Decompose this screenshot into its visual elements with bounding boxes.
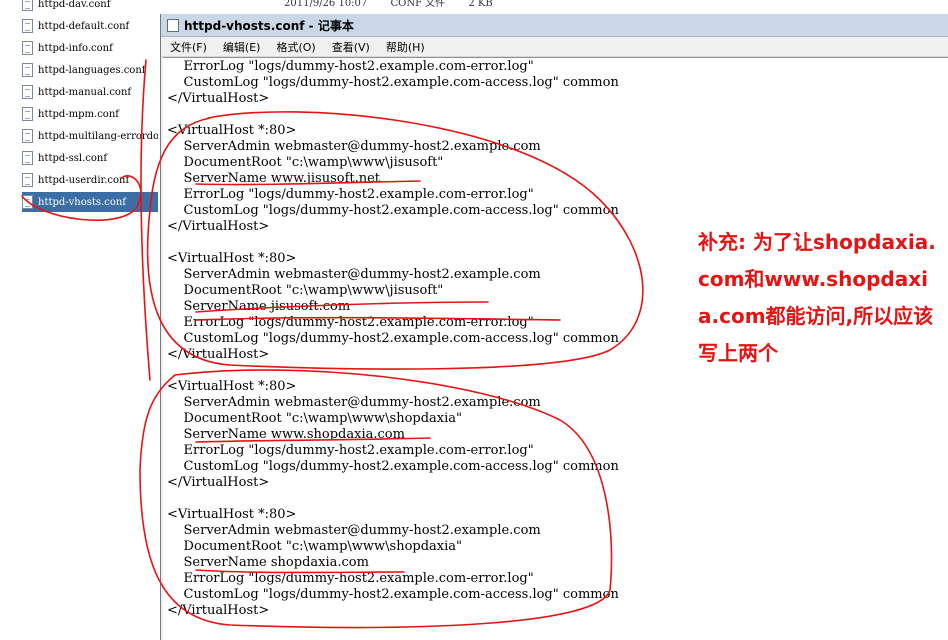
code-line: ErrorLog "logs/dummy-host2.example.com-e…	[167, 59, 534, 74]
code-line: </VirtualHost>	[167, 219, 270, 234]
file-item[interactable]: httpd-vhosts.conf	[22, 192, 158, 212]
file-item[interactable]: httpd-ssl.conf	[22, 148, 158, 168]
code-line: DocumentRoot "c:\wamp\www\shopdaxia"	[167, 539, 463, 554]
menu-file[interactable]: 文件(F)	[161, 39, 214, 55]
code-line: <VirtualHost *:80>	[167, 379, 297, 394]
code-line: ServerAdmin webmaster@dummy-host2.exampl…	[167, 523, 541, 538]
menu-bar: 文件(F) 编辑(E) 格式(O) 查看(V) 帮助(H)	[161, 37, 948, 57]
conf-file-icon	[22, 19, 33, 33]
conf-file-icon	[22, 151, 33, 165]
code-line: ErrorLog "logs/dummy-host2.example.com-e…	[167, 443, 534, 458]
code-line: </VirtualHost>	[167, 91, 270, 106]
code-line: CustomLog "logs/dummy-host2.example.com-…	[167, 331, 619, 346]
file-item[interactable]: httpd-default.conf	[22, 16, 158, 36]
file-name: httpd-default.conf	[38, 20, 130, 32]
code-line: ServerAdmin webmaster@dummy-host2.exampl…	[167, 139, 541, 154]
file-name: httpd-info.conf	[38, 42, 113, 54]
file-name: httpd-userdir.conf	[38, 174, 130, 186]
code-line: DocumentRoot "c:\wamp\www\shopdaxia"	[167, 411, 463, 426]
window-title: httpd-vhosts.conf - 记事本	[184, 18, 354, 33]
title-bar[interactable]: httpd-vhosts.conf - 记事本	[161, 14, 948, 37]
file-item[interactable]: httpd-multilang-errordoc.conf	[22, 126, 158, 146]
conf-file-icon	[22, 173, 33, 187]
code-line: ServerName shopdaxia.com	[167, 555, 369, 570]
code-line: </VirtualHost>	[167, 603, 270, 618]
conf-file-icon	[22, 85, 33, 99]
file-item[interactable]: httpd-mpm.conf	[22, 104, 158, 124]
file-explorer-pane: 2011/9/26 10:07 CONF 文件 2 KB httpd-dav.c…	[0, 0, 493, 640]
code-line: ErrorLog "logs/dummy-host2.example.com-e…	[167, 315, 534, 330]
annotation-note: 补充: 为了让shopdaxia.com和www.shopdaxia.com都能…	[698, 230, 936, 365]
conf-file-icon	[22, 129, 33, 143]
code-line: CustomLog "logs/dummy-host2.example.com-…	[167, 75, 619, 90]
menu-view[interactable]: 查看(V)	[323, 39, 377, 55]
code-line: CustomLog "logs/dummy-host2.example.com-…	[167, 459, 619, 474]
code-line: <VirtualHost *:80>	[167, 123, 297, 138]
code-line: CustomLog "logs/dummy-host2.example.com-…	[167, 203, 619, 218]
file-item[interactable]: httpd-manual.conf	[22, 82, 158, 102]
file-item[interactable]: httpd-info.conf	[22, 38, 158, 58]
code-line: ServerName www.jisusoft.net	[167, 171, 381, 186]
conf-file-icon	[22, 63, 33, 77]
code-line: DocumentRoot "c:\wamp\www\jisusoft"	[167, 155, 444, 170]
menu-edit[interactable]: 编辑(E)	[214, 39, 268, 55]
menu-help[interactable]: 帮助(H)	[377, 39, 432, 55]
file-name: httpd-ssl.conf	[38, 152, 108, 164]
menu-format[interactable]: 格式(O)	[267, 39, 322, 55]
file-name: httpd-mpm.conf	[38, 108, 119, 120]
file-item[interactable]: httpd-userdir.conf	[22, 170, 158, 190]
file-name: httpd-manual.conf	[38, 86, 132, 98]
file-name: httpd-languages.conf	[38, 64, 146, 76]
code-line: ServerName jisusoft.com	[167, 299, 351, 314]
file-name: httpd-dav.conf	[38, 0, 111, 10]
notepad-icon	[167, 18, 179, 32]
code-line: </VirtualHost>	[167, 347, 270, 362]
conf-file-icon	[22, 195, 33, 209]
file-size: 2 KB	[468, 0, 493, 9]
conf-file-icon	[22, 41, 33, 55]
code-line: DocumentRoot "c:\wamp\www\jisusoft"	[167, 283, 444, 298]
code-line: ServerAdmin webmaster@dummy-host2.exampl…	[167, 395, 541, 410]
code-line: <VirtualHost *:80>	[167, 251, 297, 266]
code-line: CustomLog "logs/dummy-host2.example.com-…	[167, 587, 619, 602]
code-line: ErrorLog "logs/dummy-host2.example.com-e…	[167, 571, 534, 586]
file-date: 2011/9/26 10:07	[284, 0, 368, 9]
file-item[interactable]: httpd-languages.conf	[22, 60, 158, 80]
file-type: CONF 文件	[390, 0, 446, 9]
file-name: httpd-multilang-errordoc.conf	[38, 130, 158, 142]
conf-file-icon	[22, 107, 33, 121]
file-item[interactable]: httpd-dav.conf	[22, 0, 158, 14]
conf-file-icon	[22, 0, 33, 11]
code-line: ErrorLog "logs/dummy-host2.example.com-e…	[167, 187, 534, 202]
code-line: <VirtualHost *:80>	[167, 507, 297, 522]
code-line: </VirtualHost>	[167, 475, 270, 490]
code-line: ServerAdmin webmaster@dummy-host2.exampl…	[167, 267, 541, 282]
file-name: httpd-vhosts.conf	[38, 196, 126, 208]
code-line: ServerName www.shopdaxia.com	[167, 427, 405, 442]
file-details-row: 2011/9/26 10:07 CONF 文件 2 KB	[284, 0, 513, 9]
